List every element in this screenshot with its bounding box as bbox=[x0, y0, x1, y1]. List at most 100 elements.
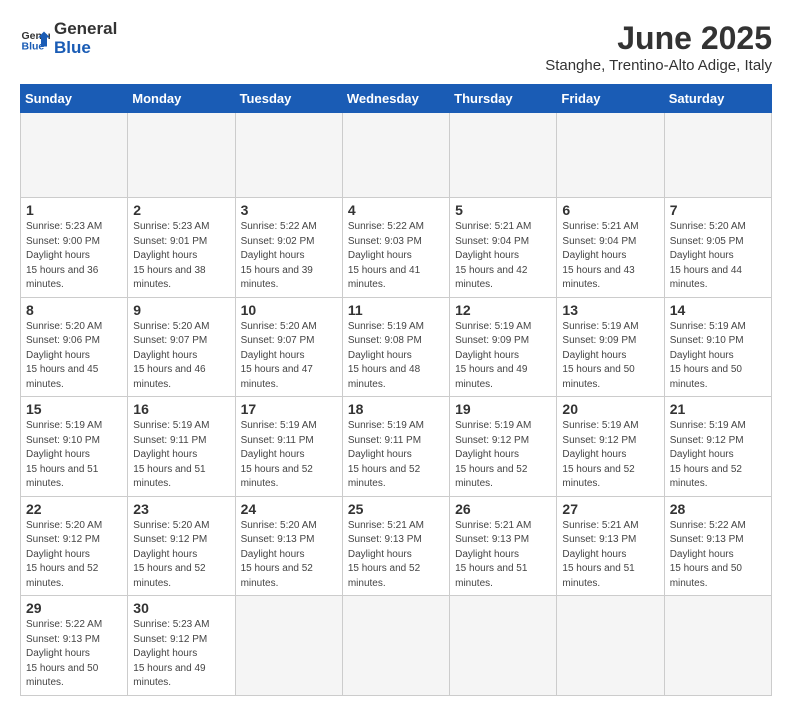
page-header: General Blue General Blue June 2025 Stan… bbox=[20, 20, 772, 74]
day-info: Sunrise: 5:21 AMSunset: 9:04 PMDaylight … bbox=[455, 220, 551, 293]
day-number: 20 bbox=[562, 401, 658, 417]
day-number: 21 bbox=[670, 401, 766, 417]
table-row: 22 Sunrise: 5:20 AMSunset: 9:12 PMDayligh… bbox=[21, 496, 128, 596]
day-info: Sunrise: 5:20 AMSunset: 9:12 PMDaylight … bbox=[133, 519, 229, 592]
logo-icon: General Blue bbox=[20, 24, 50, 54]
table-row bbox=[21, 113, 128, 198]
day-info: Sunrise: 5:19 AMSunset: 9:10 PMDaylight … bbox=[670, 320, 766, 393]
table-row bbox=[450, 113, 557, 198]
day-info: Sunrise: 5:19 AMSunset: 9:11 PMDaylight … bbox=[241, 419, 337, 492]
day-number: 19 bbox=[455, 401, 551, 417]
table-row bbox=[235, 596, 342, 696]
title-area: June 2025 Stanghe, Trentino-Alto Adige, … bbox=[545, 20, 772, 74]
day-info: Sunrise: 5:20 AMSunset: 9:06 PMDaylight … bbox=[26, 320, 122, 393]
day-info: Sunrise: 5:21 AMSunset: 9:13 PMDaylight … bbox=[455, 519, 551, 592]
day-number: 10 bbox=[241, 302, 337, 318]
day-info: Sunrise: 5:19 AMSunset: 9:10 PMDaylight … bbox=[26, 419, 122, 492]
day-info: Sunrise: 5:23 AMSunset: 9:01 PMDaylight … bbox=[133, 220, 229, 293]
table-row: 18Sunrise: 5:19 AMSunset: 9:11 PMDayligh… bbox=[342, 397, 449, 497]
calendar-week-row: 1 Sunrise: 5:23 AMSunset: 9:00 PMDaylight… bbox=[21, 198, 772, 298]
day-info: Sunrise: 5:21 AMSunset: 9:04 PMDaylight … bbox=[562, 220, 658, 293]
day-number: 4 bbox=[348, 202, 444, 218]
col-thursday: Thursday bbox=[450, 85, 557, 113]
logo: General Blue General Blue bbox=[20, 20, 117, 57]
day-number: 13 bbox=[562, 302, 658, 318]
col-sunday: Sunday bbox=[21, 85, 128, 113]
table-row: 20 Sunrise: 5:19 AMSunset: 9:12 PMDayligh… bbox=[557, 397, 664, 497]
table-row: 27 Sunrise: 5:21 AMSunset: 9:13 PMDayligh… bbox=[557, 496, 664, 596]
table-row: 7 Sunrise: 5:20 AMSunset: 9:05 PMDaylight… bbox=[664, 198, 771, 298]
day-info: Sunrise: 5:19 AMSunset: 9:11 PMDaylight … bbox=[348, 419, 444, 492]
table-row bbox=[557, 113, 664, 198]
table-row: 10 Sunrise: 5:20 AMSunset: 9:07 PMDayligh… bbox=[235, 297, 342, 397]
table-row: 2Sunrise: 5:23 AMSunset: 9:01 PMDaylight… bbox=[128, 198, 235, 298]
table-row: 29Sunrise: 5:22 AMSunset: 9:13 PMDayligh… bbox=[21, 596, 128, 696]
day-info: Sunrise: 5:19 AMSunset: 9:08 PMDaylight … bbox=[348, 320, 444, 393]
table-row: 15 Sunrise: 5:19 AMSunset: 9:10 PMDayligh… bbox=[21, 397, 128, 497]
day-number: 26 bbox=[455, 501, 551, 517]
day-number: 30 bbox=[133, 600, 229, 616]
day-number: 15 bbox=[26, 401, 122, 417]
day-info: Sunrise: 5:22 AMSunset: 9:02 PMDaylight … bbox=[241, 220, 337, 293]
table-row: 5Sunrise: 5:21 AMSunset: 9:04 PMDaylight… bbox=[450, 198, 557, 298]
col-monday: Monday bbox=[128, 85, 235, 113]
col-friday: Friday bbox=[557, 85, 664, 113]
day-number: 6 bbox=[562, 202, 658, 218]
day-number: 17 bbox=[241, 401, 337, 417]
table-row: 14 Sunrise: 5:19 AMSunset: 9:10 PMDayligh… bbox=[664, 297, 771, 397]
day-number: 1 bbox=[26, 202, 122, 218]
calendar-title: June 2025 bbox=[545, 20, 772, 57]
day-info: Sunrise: 5:19 AMSunset: 9:09 PMDaylight … bbox=[562, 320, 658, 393]
table-row: 21 Sunrise: 5:19 AMSunset: 9:12 PMDayligh… bbox=[664, 397, 771, 497]
day-info: Sunrise: 5:20 AMSunset: 9:05 PMDaylight … bbox=[670, 220, 766, 293]
table-row: 17 Sunrise: 5:19 AMSunset: 9:11 PMDayligh… bbox=[235, 397, 342, 497]
calendar-week-row: 8 Sunrise: 5:20 AMSunset: 9:06 PMDaylight… bbox=[21, 297, 772, 397]
day-info: Sunrise: 5:23 AMSunset: 9:12 PMDaylight … bbox=[133, 618, 229, 691]
day-number: 3 bbox=[241, 202, 337, 218]
table-row bbox=[128, 113, 235, 198]
day-info: Sunrise: 5:20 AMSunset: 9:07 PMDaylight … bbox=[133, 320, 229, 393]
table-row: 24Sunrise: 5:20 AMSunset: 9:13 PMDayligh… bbox=[235, 496, 342, 596]
table-row: 19 Sunrise: 5:19 AMSunset: 9:12 PMDayligh… bbox=[450, 397, 557, 497]
table-row: 16 Sunrise: 5:19 AMSunset: 9:11 PMDayligh… bbox=[128, 397, 235, 497]
day-info: Sunrise: 5:19 AMSunset: 9:11 PMDaylight … bbox=[133, 419, 229, 492]
day-info: Sunrise: 5:19 AMSunset: 9:09 PMDaylight … bbox=[455, 320, 551, 393]
table-row: 1 Sunrise: 5:23 AMSunset: 9:00 PMDaylight… bbox=[21, 198, 128, 298]
day-info: Sunrise: 5:19 AMSunset: 9:12 PMDaylight … bbox=[455, 419, 551, 492]
day-info: Sunrise: 5:22 AMSunset: 9:03 PMDaylight … bbox=[348, 220, 444, 293]
day-number: 28 bbox=[670, 501, 766, 517]
table-row: 26 Sunrise: 5:21 AMSunset: 9:13 PMDayligh… bbox=[450, 496, 557, 596]
day-info: Sunrise: 5:23 AMSunset: 9:00 PMDaylight … bbox=[26, 220, 122, 293]
table-row: 30 Sunrise: 5:23 AMSunset: 9:12 PMDayligh… bbox=[128, 596, 235, 696]
day-number: 8 bbox=[26, 302, 122, 318]
svg-text:Blue: Blue bbox=[22, 40, 45, 52]
day-number: 7 bbox=[670, 202, 766, 218]
calendar-subtitle: Stanghe, Trentino-Alto Adige, Italy bbox=[545, 57, 772, 74]
day-info: Sunrise: 5:20 AMSunset: 9:13 PMDaylight … bbox=[241, 519, 337, 592]
table-row bbox=[342, 113, 449, 198]
day-info: Sunrise: 5:22 AMSunset: 9:13 PMDaylight … bbox=[670, 519, 766, 592]
day-number: 23 bbox=[133, 501, 229, 517]
day-number: 22 bbox=[26, 501, 122, 517]
calendar-table: Sunday Monday Tuesday Wednesday Thursday… bbox=[20, 84, 772, 696]
day-number: 16 bbox=[133, 401, 229, 417]
calendar-week-row bbox=[21, 113, 772, 198]
day-info: Sunrise: 5:20 AMSunset: 9:12 PMDaylight … bbox=[26, 519, 122, 592]
day-info: Sunrise: 5:20 AMSunset: 9:07 PMDaylight … bbox=[241, 320, 337, 393]
day-info: Sunrise: 5:21 AMSunset: 9:13 PMDaylight … bbox=[562, 519, 658, 592]
day-number: 25 bbox=[348, 501, 444, 517]
table-row: 9Sunrise: 5:20 AMSunset: 9:07 PMDaylight… bbox=[128, 297, 235, 397]
calendar-header-row: Sunday Monday Tuesday Wednesday Thursday… bbox=[21, 85, 772, 113]
table-row: 28 Sunrise: 5:22 AMSunset: 9:13 PMDayligh… bbox=[664, 496, 771, 596]
day-number: 27 bbox=[562, 501, 658, 517]
table-row bbox=[235, 113, 342, 198]
calendar-week-row: 15 Sunrise: 5:19 AMSunset: 9:10 PMDayligh… bbox=[21, 397, 772, 497]
table-row: 13 Sunrise: 5:19 AMSunset: 9:09 PMDayligh… bbox=[557, 297, 664, 397]
day-info: Sunrise: 5:19 AMSunset: 9:12 PMDaylight … bbox=[562, 419, 658, 492]
day-info: Sunrise: 5:19 AMSunset: 9:12 PMDaylight … bbox=[670, 419, 766, 492]
calendar-week-row: 29Sunrise: 5:22 AMSunset: 9:13 PMDayligh… bbox=[21, 596, 772, 696]
day-number: 14 bbox=[670, 302, 766, 318]
table-row: 3 Sunrise: 5:22 AMSunset: 9:02 PMDaylight… bbox=[235, 198, 342, 298]
day-number: 12 bbox=[455, 302, 551, 318]
table-row: 12 Sunrise: 5:19 AMSunset: 9:09 PMDayligh… bbox=[450, 297, 557, 397]
